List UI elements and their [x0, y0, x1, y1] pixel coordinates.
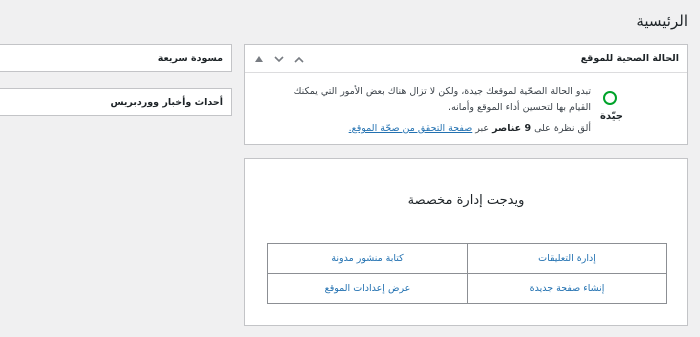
site-health-widget: الحالة الصحية للموقع جيّدة تبدو الحالة ا… — [244, 44, 688, 145]
custom-widget-title: ويدجت إدارة مخصصة — [407, 193, 525, 208]
site-health-description: تبدو الحالة الصحّية لموقعك جيدة، ولكن لا… — [293, 86, 591, 113]
wordpress-news-widget: أحداث وأخبار ووردبريس — [0, 88, 232, 116]
link-middle: عبر — [475, 123, 490, 134]
move-up-icon[interactable] — [291, 51, 307, 67]
custom-admin-widget: ويدجت إدارة مخصصة إدارة التعليقات كتابة … — [244, 158, 688, 326]
write-post-link[interactable]: كتابة منشور مدونة — [268, 244, 467, 274]
page-title: الرئيسية — [636, 12, 688, 30]
toggle-panel-icon[interactable] — [251, 51, 267, 67]
create-page-link[interactable]: إنشاء صفحة جديدة — [467, 273, 666, 303]
health-status-circle-icon — [603, 91, 617, 105]
link-prefix: ألق نظرة على — [534, 123, 591, 134]
health-status-label: جيّدة — [600, 111, 623, 122]
items-count: 9 عناصر — [492, 123, 532, 134]
wordpress-news-title[interactable]: أحداث وأخبار ووردبريس — [110, 97, 223, 108]
site-health-page-link[interactable]: صفحة التحقق من صحّة الموقع. — [349, 123, 473, 134]
quick-links-table: إدارة التعليقات كتابة منشور مدونة إنشاء … — [267, 243, 667, 304]
site-health-link-line: ألق نظرة على 9 عناصر عبر صفحة التحقق من … — [349, 123, 591, 134]
widget-controls — [251, 51, 311, 67]
quick-draft-title[interactable]: مسودة سريعة — [158, 53, 223, 64]
manage-comments-link[interactable]: إدارة التعليقات — [467, 244, 666, 274]
quick-draft-widget: مسودة سريعة — [0, 44, 232, 72]
move-down-icon[interactable] — [271, 51, 287, 67]
site-settings-link[interactable]: عرض إعدادات الموقع — [268, 274, 467, 304]
site-health-title[interactable]: الحالة الصحية للموقع — [581, 53, 679, 64]
site-health-header: الحالة الصحية للموقع — [245, 45, 687, 73]
